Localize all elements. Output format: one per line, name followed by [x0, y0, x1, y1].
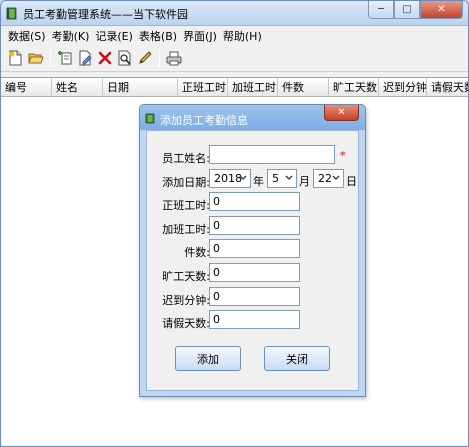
close-dialog-button[interactable]: 关闭 [264, 346, 330, 371]
app-window: 员工考勤管理系统——当下软件园 ─ □ ✕ 数据(S) 考勤(K) 记录(E) … [0, 0, 469, 447]
overtime-hours-input[interactable]: 0 [209, 216, 300, 235]
day-value: 22 [318, 172, 332, 185]
column-header-date[interactable]: 日期 [103, 78, 178, 97]
column-header-late-minutes[interactable]: 迟到分钟 [379, 78, 427, 97]
day-select[interactable]: 22 [313, 169, 344, 188]
add-date-label: 添加日期: [162, 176, 210, 189]
dialog-form: 员工姓名: * 添加日期: 2018 年 5 月 22 日 正班工时: 0 加班… [146, 130, 359, 391]
pieces-input[interactable]: 0 [209, 239, 300, 258]
leave-days-input[interactable]: 0 [209, 310, 300, 329]
menu-help[interactable]: 帮助(H) [220, 28, 265, 44]
year-unit-label: 年 [253, 175, 264, 188]
menu-tables[interactable]: 表格(B) [136, 28, 180, 44]
pencil-icon[interactable] [136, 50, 153, 67]
toolbar-separator [159, 49, 160, 67]
add-record-icon[interactable] [56, 50, 73, 67]
employee-name-input[interactable] [209, 145, 335, 164]
month-unit-label: 月 [299, 175, 310, 188]
column-header-pieces[interactable]: 件数 [278, 78, 329, 97]
leave-days-label: 请假天数: [162, 317, 210, 330]
menu-records[interactable]: 记录(E) [92, 28, 136, 44]
late-minutes-label: 迟到分钟: [162, 294, 210, 307]
required-mark: * [340, 149, 346, 162]
chevron-down-icon [238, 173, 248, 183]
menu-data[interactable]: 数据(S) [5, 28, 49, 44]
app-book-icon [6, 7, 18, 20]
overtime-hours-label: 加班工时: [162, 223, 210, 236]
new-doc-icon[interactable] [7, 50, 24, 67]
toolbar-separator [50, 49, 51, 67]
column-header-absent-days[interactable]: 旷工天数 [329, 78, 379, 97]
column-header-name[interactable]: 姓名 [52, 78, 103, 97]
column-header-leave-days[interactable]: 请假天数 [427, 78, 468, 97]
maximize-button[interactable]: □ [394, 1, 420, 19]
year-select[interactable]: 2018 [209, 169, 251, 188]
column-header-regular-hours[interactable]: 正班工时 [178, 78, 228, 97]
search-icon[interactable] [116, 50, 133, 67]
month-value: 5 [272, 172, 279, 185]
chevron-down-icon [284, 173, 294, 183]
employee-name-label: 员工姓名: [162, 152, 210, 165]
regular-hours-input[interactable]: 0 [209, 192, 300, 211]
late-minutes-input[interactable]: 0 [209, 287, 300, 306]
day-unit-label: 日 [346, 175, 357, 188]
absent-days-label: 旷工天数: [162, 270, 210, 283]
dialog-title: 添加员工考勤信息 [160, 114, 248, 127]
dialog-title-bar[interactable]: 添加员工考勤信息 ✕ [140, 105, 365, 130]
title-bar[interactable]: 员工考勤管理系统——当下软件园 ─ □ ✕ [1, 1, 468, 26]
grid-header: 编号 姓名 日期 正班工时 加班工时 件数 旷工天数 迟到分钟 请假天数 [1, 78, 468, 97]
add-attendance-dialog: 添加员工考勤信息 ✕ 员工姓名: * 添加日期: 2018 年 5 月 22 日… [139, 104, 366, 397]
add-button[interactable]: 添加 [175, 346, 241, 371]
chevron-down-icon [331, 173, 341, 183]
open-folder-icon[interactable] [27, 50, 44, 67]
minimize-button[interactable]: ─ [368, 1, 394, 19]
close-button[interactable]: ✕ [420, 1, 463, 19]
toolbar [1, 45, 468, 72]
column-header-id[interactable]: 编号 [1, 78, 52, 97]
menu-interface[interactable]: 界面(J) [180, 28, 220, 44]
edit-record-icon[interactable] [76, 50, 93, 67]
absent-days-input[interactable]: 0 [209, 263, 300, 282]
menu-attendance[interactable]: 考勤(K) [49, 28, 93, 44]
dialog-close-button[interactable]: ✕ [324, 105, 359, 121]
regular-hours-label: 正班工时: [162, 199, 210, 212]
month-select[interactable]: 5 [267, 169, 297, 188]
print-icon[interactable] [165, 50, 182, 67]
column-header-overtime-hours[interactable]: 加班工时 [228, 78, 278, 97]
window-controls: ─ □ ✕ [368, 1, 463, 20]
menu-bar: 数据(S) 考勤(K) 记录(E) 表格(B) 界面(J) 帮助(H) [1, 26, 468, 45]
dialog-book-icon [145, 113, 155, 124]
delete-icon[interactable] [96, 50, 113, 67]
pieces-label: 件数: [184, 246, 210, 259]
window-title: 员工考勤管理系统——当下软件园 [23, 8, 188, 21]
